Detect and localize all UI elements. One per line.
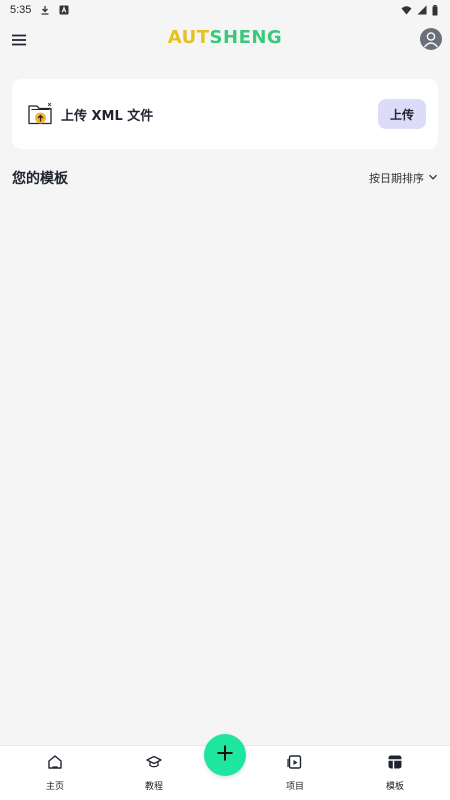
nav-label-templates: 模板	[385, 782, 404, 792]
nav-item-projects[interactable]: 项目	[265, 754, 325, 792]
upload-xml-label: 上传 XML 文件	[61, 109, 154, 124]
sort-by-date-dropdown[interactable]: 按日期排序	[369, 170, 438, 186]
nav-label-home: 主页	[45, 782, 64, 792]
text-a-icon	[59, 5, 69, 15]
folder-upload-icon	[27, 100, 55, 128]
sort-label: 按日期排序	[369, 172, 424, 185]
templates-section-title: 您的模板	[12, 171, 68, 187]
app-bar: AUTSHENG	[0, 20, 450, 60]
account-icon[interactable]	[420, 28, 442, 50]
logo-part1: AUT	[167, 27, 210, 48]
status-left: 5:35	[10, 4, 69, 16]
graduation-cap-icon	[146, 754, 162, 774]
chevron-down-icon	[428, 172, 438, 185]
project-icon	[287, 754, 303, 774]
template-icon	[387, 754, 403, 774]
status-right	[401, 4, 438, 16]
plus-icon	[216, 744, 234, 766]
download-icon	[40, 5, 50, 15]
add-fab-button[interactable]	[204, 734, 246, 776]
home-icon	[47, 754, 63, 774]
status-time: 5:35	[10, 4, 32, 16]
upload-xml-card: 上传 XML 文件 上传	[12, 79, 438, 149]
status-bar: 5:35	[0, 0, 450, 20]
nav-item-templates[interactable]: 模板	[365, 754, 425, 792]
nav-label-tutorials: 教程	[144, 782, 163, 792]
logo-part2: SHENG	[209, 27, 283, 48]
nav-item-tutorials[interactable]: 教程	[124, 754, 184, 792]
signal-icon	[417, 5, 427, 15]
app-logo: AUTSHENG	[0, 27, 450, 48]
upload-button[interactable]: 上传	[378, 99, 426, 129]
battery-icon	[432, 4, 438, 16]
template-list	[0, 195, 450, 745]
wifi-icon	[401, 5, 412, 15]
nav-item-home[interactable]: 主页	[25, 754, 85, 792]
nav-label-projects: 项目	[285, 782, 304, 792]
